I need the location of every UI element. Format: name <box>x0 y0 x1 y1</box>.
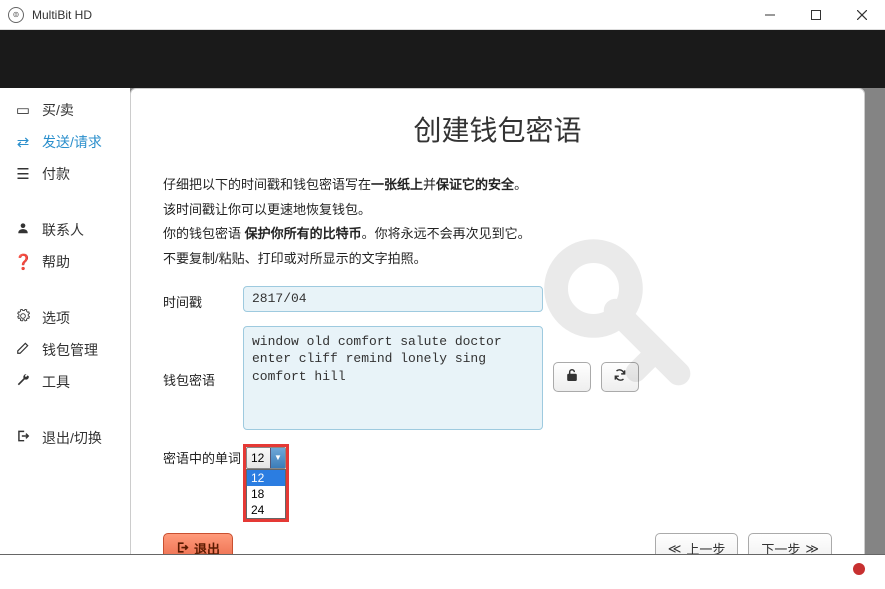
chevron-down-icon: ▼ <box>270 448 285 468</box>
sidebar-item-tools[interactable]: 工具 <box>0 366 130 398</box>
sidebar-item-wallet-manage[interactable]: 钱包管理 <box>0 334 130 366</box>
titlebar: ⊚ MultiBit HD <box>0 0 885 30</box>
sidebar-item-payments[interactable]: ☰ 付款 <box>0 158 130 190</box>
seed-textarea[interactable] <box>243 326 543 430</box>
sidebar-item-options[interactable]: 选项 <box>0 302 130 334</box>
word-count-select[interactable]: 12 ▼ <box>246 447 286 469</box>
status-indicator <box>853 563 865 575</box>
sidebar-item-label: 买/卖 <box>42 100 74 120</box>
sidebar-item-label: 选项 <box>42 308 70 328</box>
user-icon <box>14 221 32 239</box>
word-count-option-18[interactable]: 18 <box>247 486 285 502</box>
refresh-button[interactable] <box>601 362 639 392</box>
minimize-button[interactable] <box>747 0 793 30</box>
word-count-option-24[interactable]: 24 <box>247 502 285 518</box>
instruction-line-3: 你的钱包密语 保护你所有的比特币。你将永远不会再次见到它。 <box>163 222 832 247</box>
unlock-icon <box>565 368 579 386</box>
sidebar-item-help[interactable]: ❓ 帮助 <box>0 246 130 278</box>
sidebar-item-label: 退出/切换 <box>42 428 102 448</box>
content-area: 创建钱包密语 仔细把以下的时间戳和钱包密语写在一张纸上并保证它的安全。 该时间戳… <box>130 88 885 589</box>
word-count-option-12[interactable]: 12 <box>247 470 285 486</box>
window-title: MultiBit HD <box>32 8 747 22</box>
sidebar-item-exit-switch[interactable]: 退出/切换 <box>0 422 130 454</box>
app-icon: ⊚ <box>8 7 24 23</box>
maximize-button[interactable] <box>793 0 839 30</box>
seed-label: 钱包密语 <box>163 326 243 389</box>
wrench-icon <box>14 373 32 391</box>
sidebar-item-send-request[interactable]: ⇄ 发送/请求 <box>0 126 130 158</box>
instruction-line-4: 不要复制/粘贴、打印或对所显示的文字拍照。 <box>163 247 832 272</box>
gear-icon <box>14 309 32 327</box>
help-icon: ❓ <box>14 253 32 271</box>
close-button[interactable] <box>839 0 885 30</box>
list-icon: ☰ <box>14 165 32 183</box>
statusbar-divider <box>0 554 885 555</box>
sidebar-item-label: 工具 <box>42 372 70 392</box>
modal-title: 创建钱包密语 <box>163 109 832 149</box>
edit-icon <box>14 341 32 359</box>
timestamp-input[interactable] <box>243 286 543 312</box>
card-icon: ▭ <box>14 101 32 119</box>
transfer-icon: ⇄ <box>14 133 32 151</box>
sidebar-item-contacts[interactable]: 联系人 <box>0 214 130 246</box>
sidebar: ▭ 买/卖 ⇄ 发送/请求 ☰ 付款 联系人 ❓ 帮助 选项 钱包管理 工具 退出/切换 <box>0 88 130 589</box>
word-count-label: 密语中的单词 <box>163 444 243 467</box>
instructions: 仔细把以下的时间戳和钱包密语写在一张纸上并保证它的安全。 该时间戳让你可以更速地… <box>163 173 832 272</box>
unlock-button[interactable] <box>553 362 591 392</box>
sidebar-item-label: 付款 <box>42 164 70 184</box>
instruction-line-2: 该时间戳让你可以更速地恢复钱包。 <box>163 198 832 223</box>
window-controls <box>747 0 885 30</box>
statusbar <box>0 555 885 589</box>
word-count-dropdown: 12 18 24 <box>246 469 286 519</box>
signout-icon <box>14 429 32 447</box>
sidebar-item-buy-sell[interactable]: ▭ 买/卖 <box>0 94 130 126</box>
timestamp-label: 时间戳 <box>163 286 243 311</box>
sidebar-item-label: 帮助 <box>42 252 70 272</box>
sidebar-item-label: 发送/请求 <box>42 132 102 152</box>
sidebar-item-label: 钱包管理 <box>42 340 98 360</box>
sidebar-item-label: 联系人 <box>42 220 84 240</box>
word-count-value: 12 <box>251 451 264 465</box>
create-wallet-seed-modal: 创建钱包密语 仔细把以下的时间戳和钱包密语写在一张纸上并保证它的安全。 该时间戳… <box>130 88 865 589</box>
refresh-icon <box>613 368 627 386</box>
top-toolbar <box>0 30 885 88</box>
instruction-line-1: 仔细把以下的时间戳和钱包密语写在一张纸上并保证它的安全。 <box>163 173 832 198</box>
word-count-highlight: 12 ▼ 12 18 24 <box>243 444 289 522</box>
